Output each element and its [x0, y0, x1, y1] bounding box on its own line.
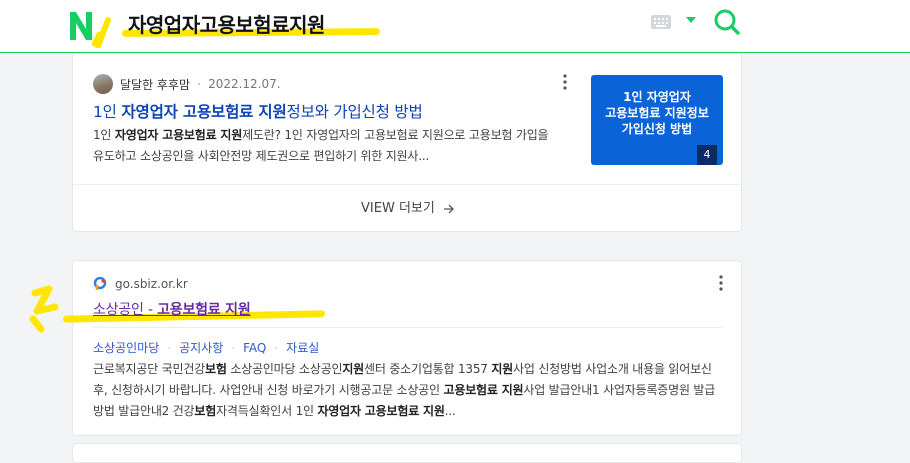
title-keyword: 고용보험료 지원: [157, 302, 251, 318]
result-thumbnail[interactable]: 1인 자영업자 고용보험료 지원정보 가입신청 방법 4: [591, 75, 723, 165]
view-more-label: VIEW 더보기: [361, 201, 435, 216]
arrow-right-icon: [443, 204, 454, 213]
separator-dot: [198, 83, 201, 85]
desc-text: 소상공인마당 소상공인: [226, 362, 343, 376]
desc-text: ...: [444, 404, 456, 418]
desc-keyword: 보험: [194, 404, 217, 418]
author-name[interactable]: 달달한 후후맘: [120, 76, 190, 93]
title-prefix: 1인: [93, 103, 122, 121]
web-result-card: go.sbiz.or.kr 소상공인 - 고용보험료 지원 소상공인마당 · 공…: [29, 260, 742, 436]
highlight-scribble: [29, 285, 59, 333]
desc-keyword: 지원: [342, 362, 365, 376]
result-title-link[interactable]: 소상공인 - 고용보험료 지원: [93, 299, 251, 319]
desc-keyword: 보험: [205, 362, 227, 376]
site-url[interactable]: go.sbiz.or.kr: [115, 277, 188, 291]
result-description: 근로복지공단 국민건강보험 소상공인마당 소상공인지원센터 중소기업통합 135…: [93, 359, 729, 422]
sitelink-separator: ·: [274, 340, 279, 355]
next-result-card: [72, 443, 742, 463]
sitelink-item[interactable]: 자료실: [286, 339, 319, 356]
keyboard-icon[interactable]: [650, 14, 672, 30]
caret-down-icon[interactable]: [685, 16, 697, 24]
result-title-link[interactable]: 1인 자영업자 고용보험료 지원정보와 가입신청 방법: [93, 100, 423, 122]
naver-logo[interactable]: [66, 6, 122, 48]
desc-text: 자격득실확인서 1인: [216, 404, 318, 418]
title-prefix: 소상공인 -: [93, 302, 158, 318]
desc-keyword: 자영업자 고용보험료 지원: [317, 404, 445, 418]
more-options-icon[interactable]: [563, 74, 567, 90]
desc-text: 센터 중소기업통합 1357: [364, 362, 492, 376]
site-favicon-icon: [93, 277, 107, 290]
image-count-badge: 4: [697, 145, 717, 165]
divider: [93, 327, 723, 328]
title-keyword: 자영업자 고용보험료 지원: [121, 103, 287, 121]
title-suffix: 정보와 가입신청 방법: [286, 103, 423, 121]
site-row: go.sbiz.or.kr: [93, 277, 188, 291]
desc-text: 근로복지공단 국민건강: [93, 362, 206, 376]
sitelink-item[interactable]: 소상공인마당: [93, 339, 159, 356]
desc-keyword: 자영업자 고용보험료 지원: [114, 128, 243, 142]
search-header: 자영업자고용보험료지원: [0, 0, 910, 53]
desc-keyword: 지원: [491, 362, 514, 376]
sitelink-separator: ·: [231, 340, 236, 355]
view-more-button[interactable]: VIEW 더보기: [73, 184, 743, 231]
thumbnail-text: 1인 자영업자 고용보험료 지원정보 가입신청 방법: [605, 90, 709, 136]
sitelink-item[interactable]: FAQ: [243, 341, 266, 355]
search-icon[interactable]: [713, 8, 741, 36]
desc-text: 1인: [93, 128, 115, 142]
sitelink-item[interactable]: 공지사항: [179, 339, 223, 356]
desc-keyword: 고용보험료 지원: [443, 383, 524, 397]
search-query[interactable]: 자영업자고용보험료지원: [128, 9, 325, 38]
avatar[interactable]: [93, 74, 113, 94]
result-description: 1인 자영업자 고용보험료 지원제도란? 1인 자영업자의 고용보험료 지원으로…: [93, 125, 561, 167]
post-date: 2022.12.07.: [208, 77, 281, 91]
author-row: 달달한 후후맘 2022.12.07.: [93, 74, 281, 94]
sitelink-separator: ·: [167, 340, 172, 355]
sitelinks: 소상공인마당 · 공지사항 · FAQ · 자료실: [93, 339, 319, 356]
blog-result-card: 달달한 후후맘 2022.12.07. 1인 자영업자 고용보험료 지원정보와 …: [72, 54, 743, 232]
more-options-icon[interactable]: [719, 275, 723, 291]
